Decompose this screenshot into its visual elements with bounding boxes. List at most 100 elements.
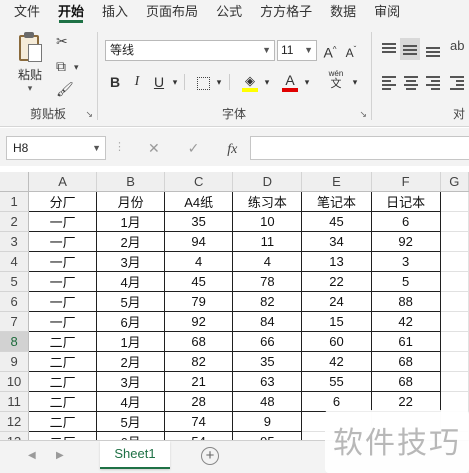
insert-function-icon[interactable]: fx bbox=[227, 142, 237, 157]
grid-cell[interactable]: 一厂 bbox=[28, 230, 98, 252]
underline-button[interactable]: U bbox=[150, 72, 168, 92]
formula-input[interactable] bbox=[250, 136, 469, 160]
grid-cell[interactable]: 94 bbox=[164, 230, 234, 252]
grid-cell[interactable]: 92 bbox=[370, 230, 441, 252]
align-right-button[interactable] bbox=[424, 72, 442, 92]
grid-cell[interactable] bbox=[440, 251, 469, 272]
grid-cell[interactable]: 一厂 bbox=[28, 310, 98, 332]
grid-cell[interactable]: 5 bbox=[370, 270, 441, 292]
grid-cell[interactable]: 35 bbox=[164, 210, 234, 232]
grid-cell[interactable]: 二厂 bbox=[28, 390, 98, 412]
grid-cell[interactable]: A4纸 bbox=[164, 190, 234, 212]
shrink-font-button[interactable]: Aˇ bbox=[342, 40, 360, 60]
grid-cell[interactable] bbox=[440, 271, 469, 292]
phonetic-dropdown-icon[interactable]: ▾ bbox=[350, 72, 360, 92]
ribbon-tab[interactable]: 审阅 bbox=[365, 0, 409, 24]
paste-dropdown-icon[interactable]: ▾ bbox=[14, 83, 46, 94]
align-center-button[interactable] bbox=[402, 72, 420, 92]
ribbon-tab[interactable]: 方方格子 bbox=[251, 0, 321, 24]
column-header[interactable]: E bbox=[301, 172, 372, 192]
column-header[interactable]: A bbox=[28, 172, 98, 192]
grid-cell[interactable]: 74 bbox=[164, 410, 234, 432]
grid-cell[interactable]: 二厂 bbox=[28, 430, 98, 440]
grid-cell[interactable]: 82 bbox=[232, 290, 303, 312]
grid-cell[interactable] bbox=[440, 351, 469, 372]
ribbon-tab[interactable]: 插入 bbox=[93, 0, 137, 24]
grid-cell[interactable]: 92 bbox=[164, 310, 234, 332]
font-color-dropdown-icon[interactable]: ▾ bbox=[302, 72, 312, 92]
font-color-button[interactable]: A bbox=[280, 70, 300, 92]
prev-sheet-icon[interactable]: ◀ bbox=[28, 450, 36, 461]
grid-cell[interactable]: 2月 bbox=[96, 230, 166, 252]
font-name-select[interactable]: 等线 ▼ bbox=[105, 40, 275, 61]
grid-cell[interactable]: 6 bbox=[370, 210, 441, 232]
grid-cell[interactable]: 一厂 bbox=[28, 250, 98, 272]
sheet-tab-sheet1[interactable]: Sheet1 bbox=[100, 441, 170, 469]
ribbon-tab[interactable]: 数据 bbox=[321, 0, 365, 24]
grid-cell[interactable]: 68 bbox=[164, 330, 234, 352]
grid-cell[interactable]: 3月 bbox=[96, 370, 166, 392]
grid-cell[interactable] bbox=[440, 311, 469, 332]
row-header[interactable]: 3 bbox=[0, 231, 30, 252]
grid-cell[interactable]: 60 bbox=[301, 330, 372, 352]
grid-cell[interactable]: 78 bbox=[232, 270, 303, 292]
cancel-icon[interactable]: ✕ bbox=[148, 140, 160, 156]
bold-button[interactable]: B bbox=[106, 72, 124, 92]
grid-cell[interactable]: 二厂 bbox=[28, 330, 98, 352]
top-align-button[interactable] bbox=[380, 38, 398, 58]
name-box[interactable]: H8 ▼ bbox=[6, 136, 106, 160]
grid-cell[interactable]: 10 bbox=[232, 210, 303, 232]
middle-align-button[interactable] bbox=[400, 38, 420, 60]
grid-cell[interactable] bbox=[440, 331, 469, 352]
grid-cell[interactable]: 54 bbox=[164, 430, 234, 440]
grid-cell[interactable] bbox=[440, 371, 469, 392]
copy-icon[interactable]: ⧉ bbox=[56, 58, 66, 75]
grid-cell[interactable]: 28 bbox=[164, 390, 234, 412]
row-header[interactable]: 11 bbox=[0, 391, 30, 412]
grid-cell[interactable]: 6 bbox=[301, 390, 372, 412]
row-header[interactable]: 10 bbox=[0, 371, 30, 392]
borders-dropdown-icon[interactable]: ▾ bbox=[214, 72, 224, 92]
grid-cell[interactable]: 63 bbox=[232, 370, 303, 392]
confirm-icon[interactable]: ✓ bbox=[188, 140, 200, 156]
grid-cell[interactable] bbox=[440, 191, 469, 212]
grid-cell[interactable]: 笔记本 bbox=[301, 190, 372, 212]
grid-cell[interactable] bbox=[440, 211, 469, 232]
format-painter-icon[interactable]: 🖌 bbox=[56, 81, 74, 98]
grid-cell[interactable]: 5月 bbox=[96, 290, 166, 312]
font-launcher-icon[interactable]: ↘ bbox=[359, 109, 367, 120]
grid-cell[interactable]: 45 bbox=[301, 210, 372, 232]
grid-cell[interactable]: 66 bbox=[232, 330, 303, 352]
grid-cell[interactable]: 84 bbox=[232, 310, 303, 332]
grid-cell[interactable] bbox=[440, 291, 469, 312]
grid-cell[interactable]: 95 bbox=[232, 430, 303, 440]
grid-cell[interactable]: 55 bbox=[301, 370, 372, 392]
row-header[interactable]: 12 bbox=[0, 411, 30, 432]
column-header[interactable]: C bbox=[164, 172, 234, 192]
row-header[interactable]: 8 bbox=[0, 331, 30, 352]
grid-cell[interactable]: 2月 bbox=[96, 350, 166, 372]
row-header[interactable]: 2 bbox=[0, 211, 30, 232]
ribbon-tab[interactable]: 公式 bbox=[207, 0, 251, 24]
grid-cell[interactable]: 35 bbox=[232, 350, 303, 372]
grid-cell[interactable]: 79 bbox=[164, 290, 234, 312]
column-header[interactable]: D bbox=[232, 172, 303, 192]
ribbon-tab[interactable]: 页面布局 bbox=[137, 0, 207, 24]
fill-color-dropdown-icon[interactable]: ▾ bbox=[262, 72, 272, 92]
ribbon-tab[interactable]: 开始 bbox=[49, 0, 93, 24]
grid-cell[interactable]: 一厂 bbox=[28, 290, 98, 312]
italic-button[interactable]: I bbox=[128, 72, 146, 92]
grid-cell[interactable]: 11 bbox=[232, 230, 303, 252]
grid-cell[interactable]: 分厂 bbox=[28, 190, 98, 212]
grid-cell[interactable]: 22 bbox=[370, 390, 441, 412]
grid-cell[interactable]: 4月 bbox=[96, 270, 166, 292]
grid-cell[interactable]: 34 bbox=[301, 230, 372, 252]
grid-cell[interactable]: 42 bbox=[301, 350, 372, 372]
paste-button[interactable]: 粘贴 ▾ bbox=[14, 32, 46, 94]
grid-cell[interactable] bbox=[440, 231, 469, 252]
ribbon-tab[interactable]: 文件 bbox=[0, 0, 49, 24]
grid-cell[interactable]: 3 bbox=[370, 250, 441, 272]
grid-cell[interactable]: 61 bbox=[370, 330, 441, 352]
grid-cell[interactable]: 二厂 bbox=[28, 410, 98, 432]
font-size-select[interactable]: 11 ▼ bbox=[277, 40, 317, 61]
